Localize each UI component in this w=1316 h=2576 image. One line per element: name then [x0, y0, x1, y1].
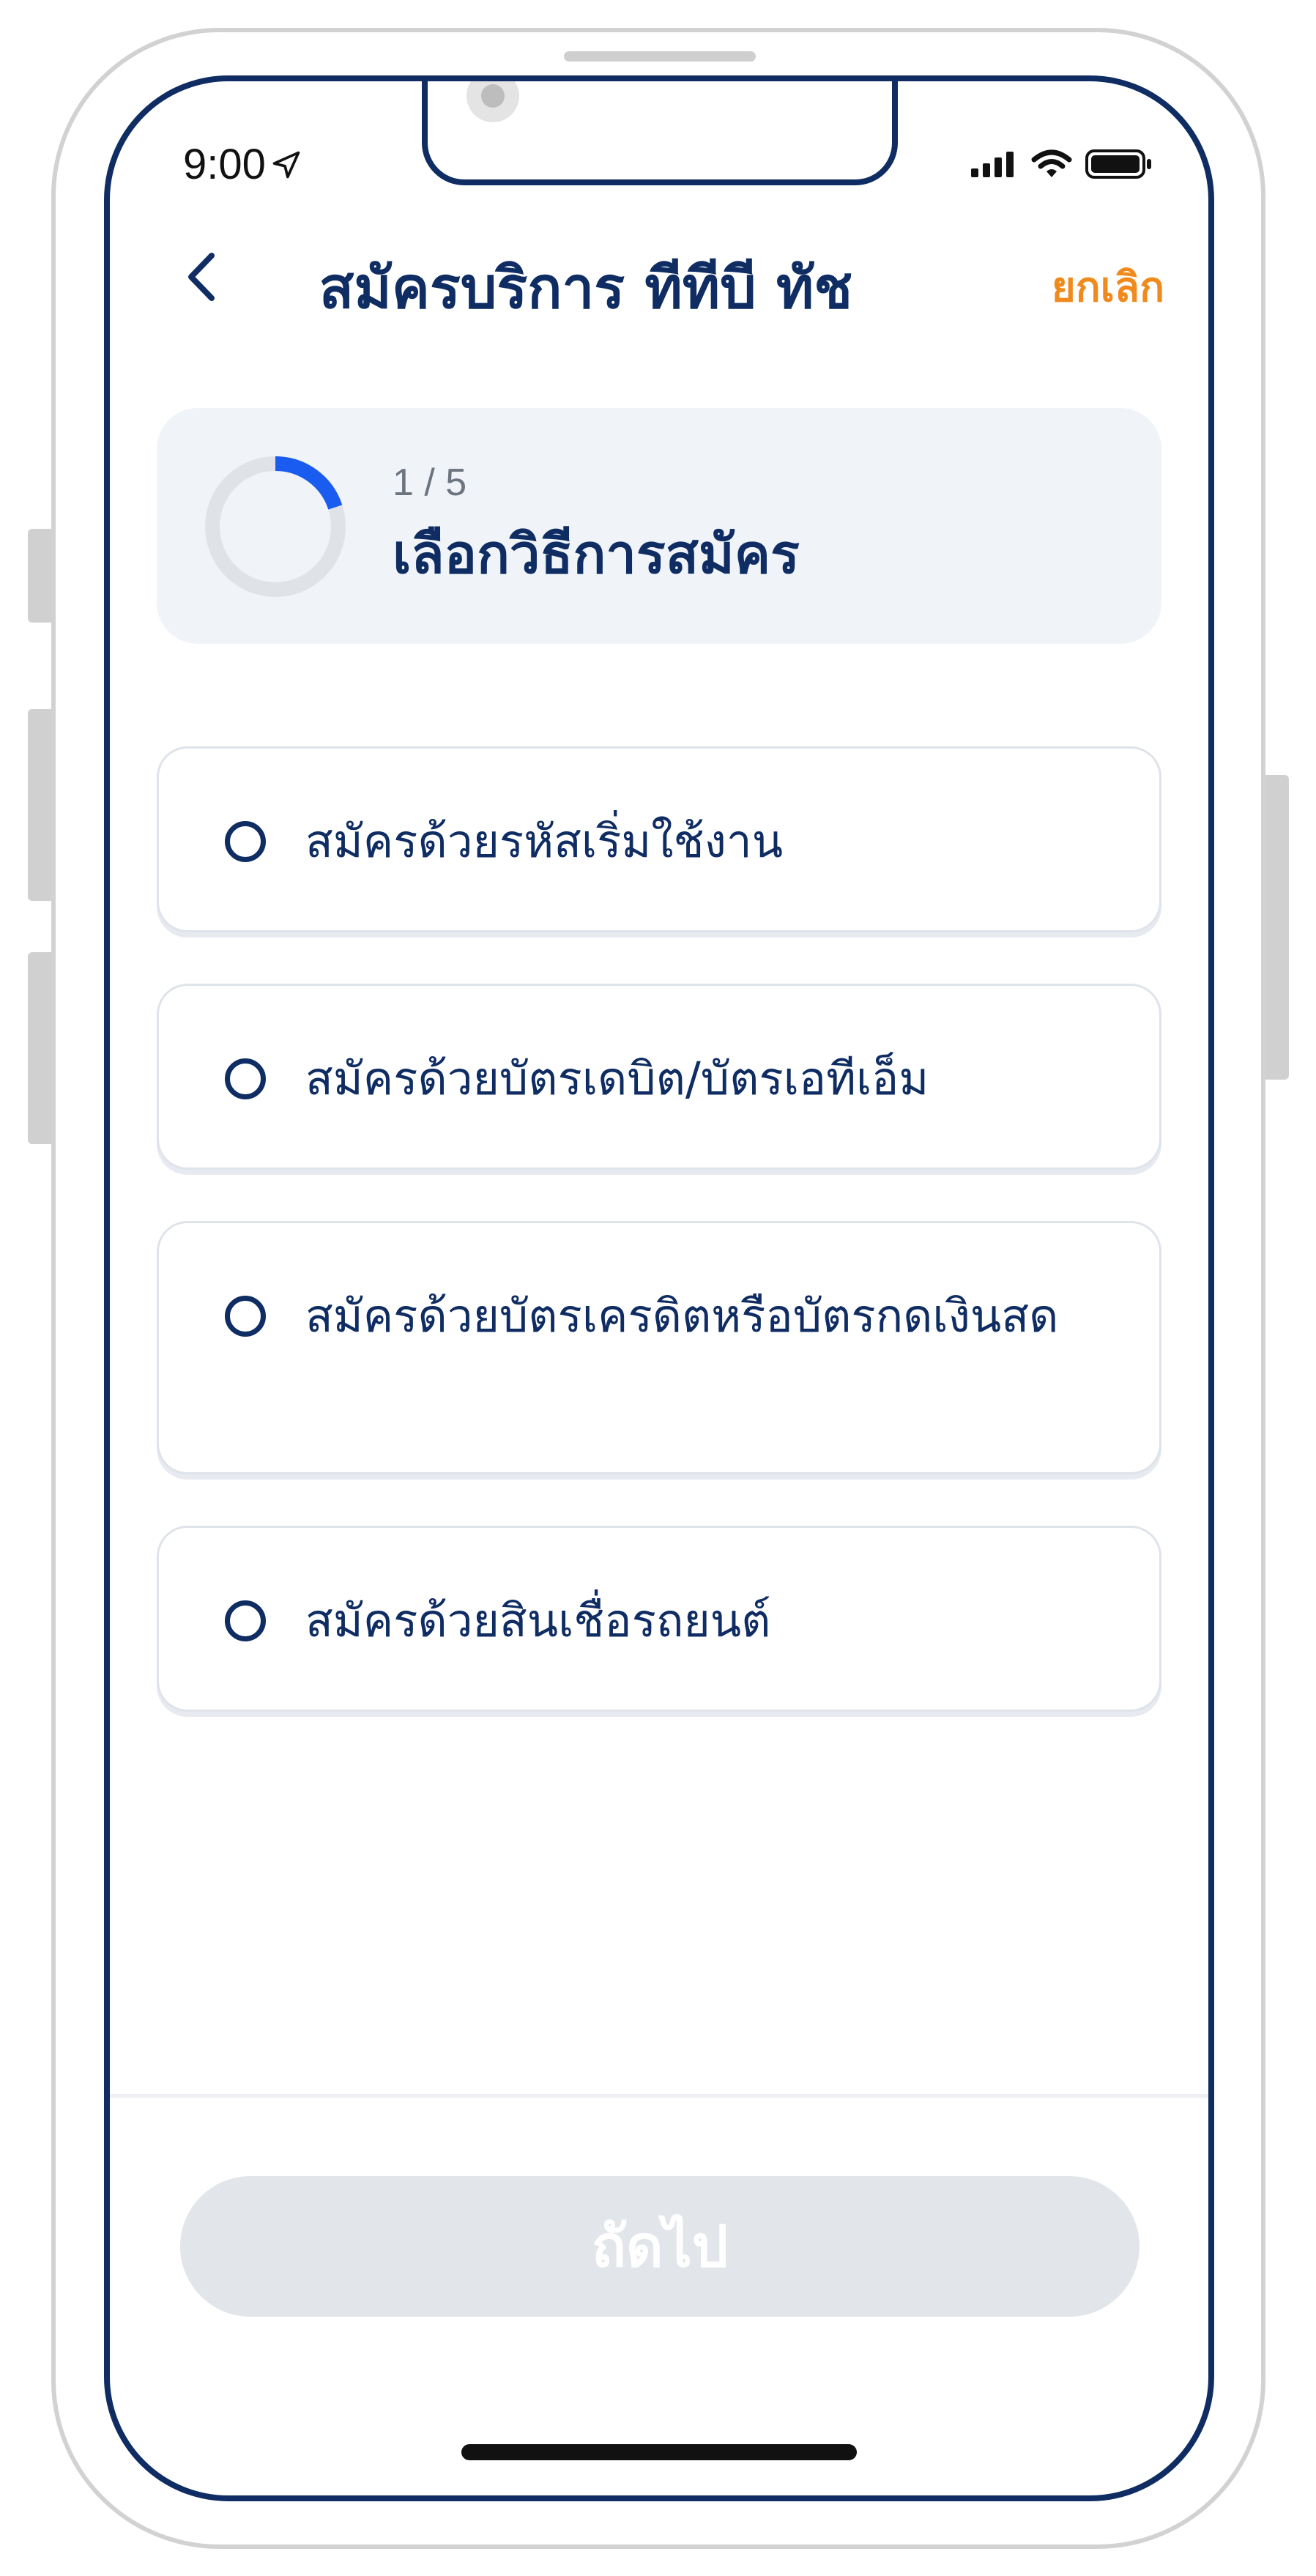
cellular-signal-icon	[971, 152, 1014, 177]
radio-button[interactable]	[225, 1600, 266, 1641]
status-time: 9:00	[183, 140, 302, 189]
step-progress-ring	[205, 456, 346, 597]
mute-switch	[28, 529, 53, 623]
status-time-text: 9:00	[183, 141, 266, 188]
radio-button[interactable]	[225, 1296, 266, 1337]
volume-up-button	[28, 709, 53, 901]
step-title: เลือกวิธีการสมัคร	[393, 523, 800, 586]
status-icons	[971, 149, 1153, 179]
volume-down-button	[28, 952, 53, 1144]
next-button[interactable]: ถัดไป	[180, 2176, 1140, 2317]
speaker-grille	[564, 51, 756, 62]
location-arrow-icon	[272, 151, 300, 178]
home-indicator	[461, 2444, 857, 2460]
battery-icon	[1085, 149, 1151, 179]
option-debit-atm-card[interactable]: สมัครด้วยบัตรเดบิต/บัตรเอทีเอ็ม	[157, 984, 1161, 1170]
footer-divider	[110, 2094, 1208, 2098]
phone-screen: 9:00 สมัครบริการ ทีทีบี ทัช ยกเลิก 1 / 5…	[104, 75, 1214, 2501]
chevron-left-icon	[188, 253, 215, 301]
step-progress-card: 1 / 5 เลือกวิธีการสมัคร	[157, 408, 1161, 644]
cancel-button[interactable]: ยกเลิก	[1052, 254, 1164, 319]
option-activation-code[interactable]: สมัครด้วยรหัสเริ่มใช้งาน	[157, 746, 1161, 932]
option-label: สมัครด้วยสินเชื่อรถยนต์	[305, 1594, 771, 1647]
option-credit-cash-card[interactable]: สมัครด้วยบัตรเครดิตหรือบัตรกดเงินสด	[157, 1221, 1161, 1474]
power-button	[1264, 775, 1289, 1080]
radio-button[interactable]	[225, 1058, 266, 1099]
option-label: สมัครด้วยบัตรเครดิตหรือบัตรกดเงินสด	[305, 1289, 1059, 1343]
option-auto-loan[interactable]: สมัครด้วยสินเชื่อรถยนต์	[157, 1526, 1161, 1712]
page-title: สมัครบริการ ทีทีบี ทัช	[319, 256, 853, 322]
option-label: สมัครด้วยบัตรเดบิต/บัตรเอทีเอ็ม	[305, 1052, 929, 1105]
radio-button[interactable]	[225, 821, 266, 862]
step-count: 1 / 5	[393, 461, 467, 504]
wifi-icon	[1031, 149, 1072, 177]
option-label: สมัครด้วยรหัสเริ่มใช้งาน	[305, 814, 784, 868]
